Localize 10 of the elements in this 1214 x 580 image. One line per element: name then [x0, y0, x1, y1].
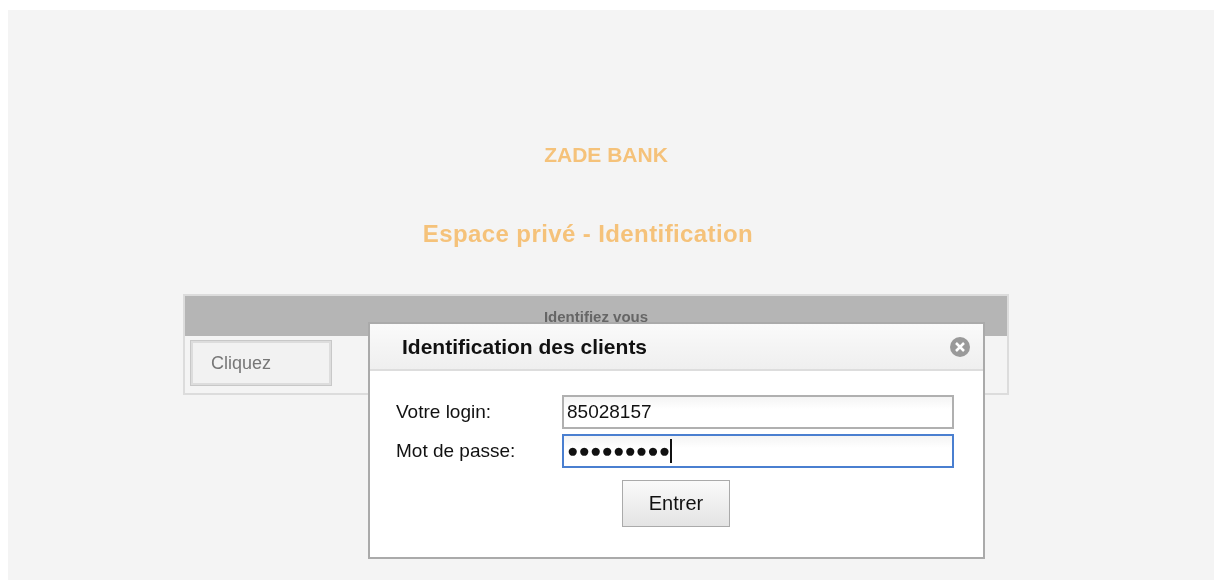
- field-label: Votre login:: [396, 401, 493, 423]
- input-field[interactable]: 85028157: [562, 395, 954, 429]
- page-title: Espace privé - Identification: [422, 220, 754, 248]
- dialog-title: Identification des clients: [402, 334, 648, 359]
- bank-name: ZADE BANK: [544, 143, 668, 167]
- click-button[interactable]: Cliquez: [191, 341, 331, 385]
- close-icon[interactable]: [949, 335, 971, 358]
- input-field[interactable]: ●●●●●●●●●: [562, 434, 954, 468]
- submit-button[interactable]: Entrer: [622, 480, 730, 527]
- field-label: Mot de passe:: [396, 440, 517, 462]
